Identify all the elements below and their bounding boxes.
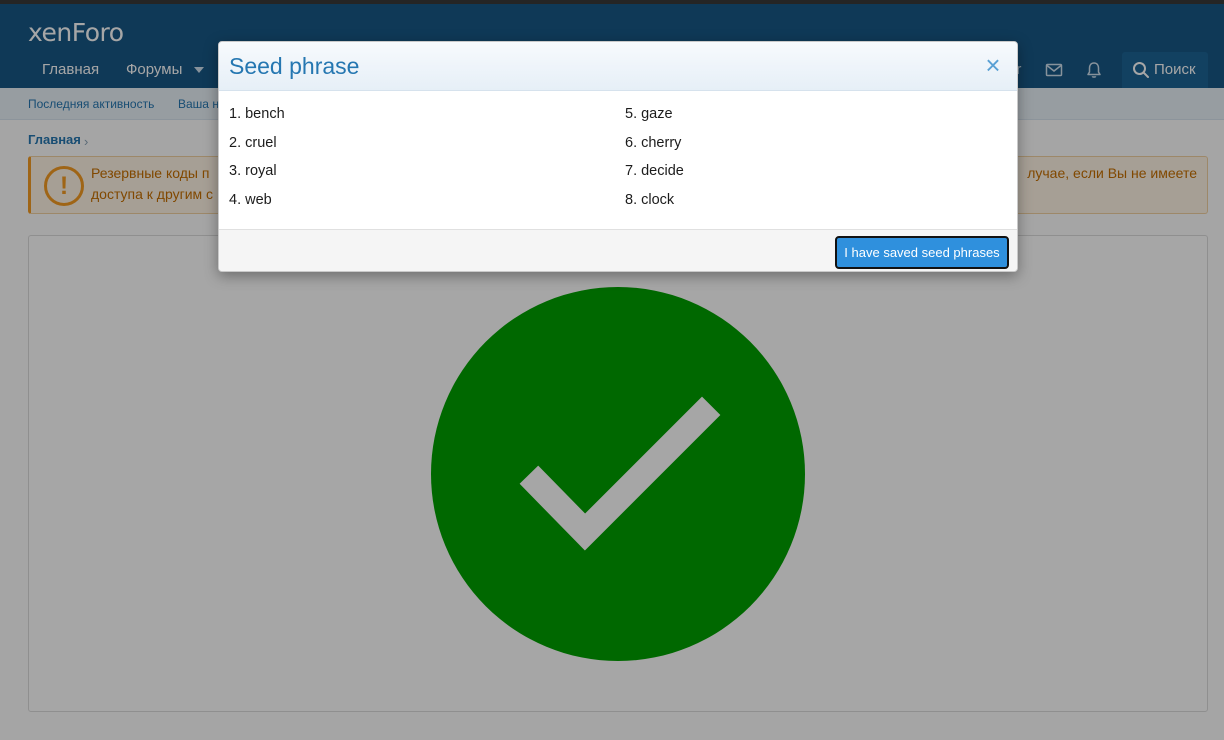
close-icon[interactable]: × <box>979 52 1007 80</box>
dialog-title: Seed phrase <box>229 53 360 79</box>
seed-column-left: 1. bench 2. cruel 3. royal 4. web <box>229 102 285 216</box>
seed-word: 4. web <box>229 191 272 208</box>
seed-column-right: 5. gaze 6. cherry 7. decide 8. clock <box>625 102 684 216</box>
dialog-footer: I have saved seed phrases <box>219 229 1017 271</box>
seed-word: 1. bench <box>229 106 285 122</box>
seed-word: 3. royal <box>229 163 277 179</box>
dialog-header: Seed phrase × <box>219 42 1017 91</box>
confirm-saved-button[interactable]: I have saved seed phrases <box>835 236 1009 269</box>
seed-phrase-dialog: Seed phrase × 1. bench 2. cruel 3. royal… <box>218 41 1018 272</box>
seed-word: 6. cherry <box>625 134 682 151</box>
seed-word: 2. cruel <box>229 134 277 151</box>
seed-word: 7. decide <box>625 163 684 179</box>
seed-word: 5. gaze <box>625 106 673 122</box>
seed-word: 8. clock <box>625 191 675 208</box>
